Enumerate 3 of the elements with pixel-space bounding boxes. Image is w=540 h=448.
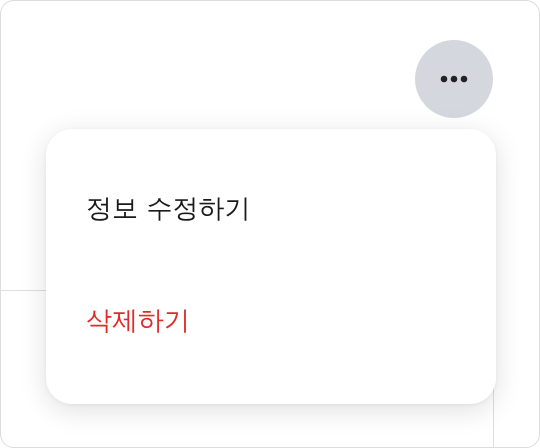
- more-icon: [440, 75, 468, 83]
- delete-menu-item[interactable]: 삭제하기: [86, 304, 190, 338]
- menu-item[interactable]: 정보 수정하기: [86, 192, 250, 226]
